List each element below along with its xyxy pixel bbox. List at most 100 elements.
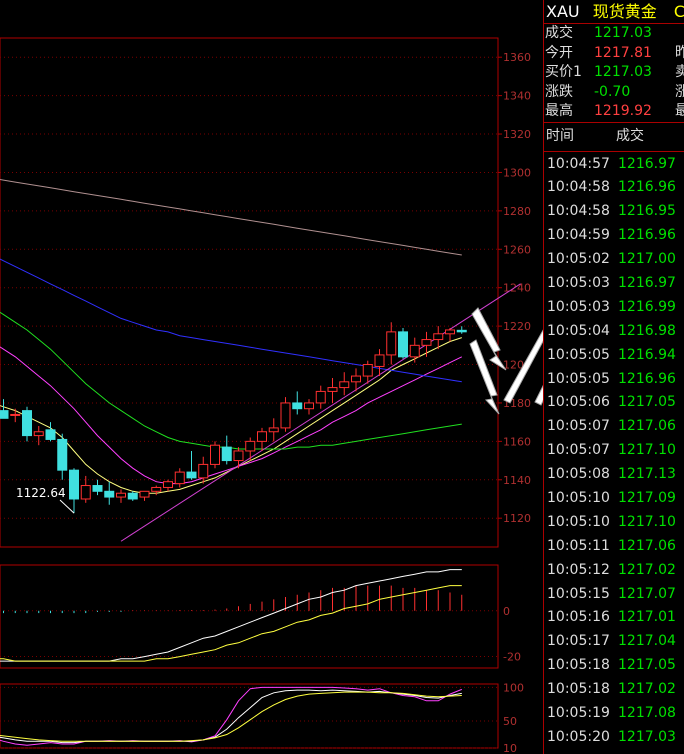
tick-row: 10:05:10 1217.10 bbox=[544, 510, 684, 534]
candle bbox=[374, 354, 385, 367]
tick-row: 10:05:03 1216.99 bbox=[544, 295, 684, 319]
quote-label: 最高 bbox=[545, 103, 573, 119]
tick-row: 10:04:58 1216.95 bbox=[544, 199, 684, 223]
quote-value: 1217.03 bbox=[594, 25, 652, 41]
tick-row: 10:05:04 1216.98 bbox=[544, 319, 684, 343]
tick-price: 1217.07 bbox=[618, 585, 676, 602]
tick-price: 1216.96 bbox=[618, 370, 676, 387]
candle bbox=[139, 490, 150, 498]
y-tick-label: 1120 bbox=[503, 512, 531, 525]
quote-right-label: 涨 bbox=[675, 83, 684, 100]
tick-price: 1216.99 bbox=[618, 298, 676, 315]
quote-right-label: 最 bbox=[675, 103, 684, 119]
candle bbox=[257, 431, 267, 442]
tick-row: 10:05:12 1217.02 bbox=[544, 558, 684, 582]
y-tick-label: 0 bbox=[503, 605, 510, 618]
quote-header: XAU 现货黄金 C bbox=[544, 0, 684, 23]
tick-time: 10:04:58 bbox=[547, 203, 610, 220]
tick-time: 10:04:57 bbox=[547, 155, 610, 172]
tick-price: 1217.13 bbox=[618, 466, 676, 483]
quote-value: -0.70 bbox=[594, 83, 631, 100]
tick-time: 10:05:08 bbox=[547, 466, 610, 483]
tick-price: 1217.02 bbox=[618, 561, 676, 578]
quote-summary: 成交 1217.03 今开 1217.81 昨买价1 1217.03 卖涨跌 -0.70 涨最高… bbox=[544, 24, 684, 122]
tick-time: 10:05:07 bbox=[547, 442, 610, 459]
quote-label: 成交 bbox=[545, 25, 573, 41]
candle bbox=[198, 463, 209, 479]
y-tick-label: 1260 bbox=[503, 243, 531, 256]
tick-time: 10:05:17 bbox=[547, 633, 610, 650]
quote-row: 今开 1217.81 昨 bbox=[544, 44, 684, 64]
tick-price: 1217.10 bbox=[618, 513, 676, 530]
tick-price: 1217.05 bbox=[618, 394, 676, 411]
ticks-header: 时间 成交 bbox=[544, 123, 684, 151]
candle bbox=[245, 440, 256, 452]
tick-time: 10:05:12 bbox=[547, 561, 610, 578]
low-price-annotation: 1122.64 bbox=[16, 486, 66, 500]
symbol-name: 现货黄金 bbox=[592, 2, 657, 21]
tick-row: 10:04:58 1216.96 bbox=[544, 175, 684, 199]
tick-row: 10:05:16 1217.01 bbox=[544, 605, 684, 629]
candle bbox=[304, 402, 314, 410]
tick-row: 10:05:17 1217.04 bbox=[544, 629, 684, 653]
candle bbox=[315, 390, 326, 404]
candle bbox=[233, 450, 244, 462]
candle bbox=[104, 490, 115, 498]
tick-row: 10:05:06 1217.05 bbox=[544, 390, 684, 414]
tick-time: 10:05:04 bbox=[547, 322, 610, 339]
y-tick-label: 1280 bbox=[503, 205, 531, 218]
candle bbox=[221, 446, 232, 462]
quote-value: 1219.92 bbox=[594, 103, 652, 119]
symbol-code: XAU bbox=[546, 2, 580, 21]
tick-price: 1216.97 bbox=[618, 274, 676, 291]
quote-row: 涨跌 -0.70 涨 bbox=[544, 83, 684, 103]
y-tick-label: 1320 bbox=[503, 128, 531, 141]
header-extra: C bbox=[673, 2, 684, 21]
candle bbox=[163, 481, 173, 488]
chart-area[interactable]: 1120114011601180120012201240126012801300… bbox=[0, 0, 543, 754]
candle bbox=[327, 387, 338, 392]
tick-row: 10:05:18 1217.05 bbox=[544, 653, 684, 677]
tick-price: 1217.08 bbox=[618, 704, 676, 721]
quote-label: 买价1 bbox=[545, 64, 582, 80]
tick-row: 10:04:57 1216.97 bbox=[544, 152, 684, 176]
y-tick-label: 1340 bbox=[503, 90, 531, 103]
tick-price: 1217.09 bbox=[618, 489, 676, 506]
tick-row: 10:05:07 1217.10 bbox=[544, 438, 684, 462]
y-tick-label: -20 bbox=[503, 651, 521, 664]
y-tick-label: 10 bbox=[503, 742, 517, 754]
candle bbox=[456, 329, 467, 333]
quote-row: 成交 1217.03 bbox=[544, 24, 684, 44]
quote-row: 最高 1219.92 最 bbox=[544, 102, 684, 122]
tick-row: 10:05:19 1217.08 bbox=[544, 701, 684, 725]
candle bbox=[10, 413, 21, 416]
candle bbox=[292, 402, 303, 410]
tick-row: 10:05:05 1216.94 bbox=[544, 343, 684, 367]
tick-list[interactable]: 10:04:57 1216.97 10:04:58 1216.96 10:04:58 12… bbox=[544, 152, 684, 749]
tick-time: 10:05:03 bbox=[547, 298, 610, 315]
y-tick-label: 100 bbox=[503, 681, 524, 694]
tick-time: 10:05:16 bbox=[547, 609, 610, 626]
candle bbox=[421, 339, 432, 346]
candle bbox=[174, 471, 185, 485]
candle bbox=[45, 429, 56, 440]
candle bbox=[268, 427, 279, 433]
candle bbox=[151, 486, 162, 492]
tick-price: 1217.05 bbox=[618, 657, 676, 674]
chart-background bbox=[0, 0, 543, 754]
candle bbox=[33, 431, 44, 437]
tick-price: 1217.10 bbox=[618, 442, 676, 459]
tick-time: 10:05:20 bbox=[547, 728, 610, 745]
tick-time: 10:05:15 bbox=[547, 585, 610, 602]
candle bbox=[280, 402, 291, 429]
y-tick-label: 1220 bbox=[503, 320, 531, 333]
tick-row: 10:05:08 1217.13 bbox=[544, 462, 684, 486]
tick-time: 10:05:11 bbox=[547, 537, 610, 554]
tick-row: 10:04:59 1216.96 bbox=[544, 223, 684, 247]
y-tick-label: 50 bbox=[503, 715, 517, 728]
tick-row: 10:05:02 1217.00 bbox=[544, 247, 684, 271]
ticks-header-price: 成交 bbox=[616, 127, 644, 144]
tick-time: 10:04:59 bbox=[547, 227, 610, 244]
candle bbox=[398, 331, 408, 358]
ticks-header-time: 时间 bbox=[546, 127, 574, 144]
